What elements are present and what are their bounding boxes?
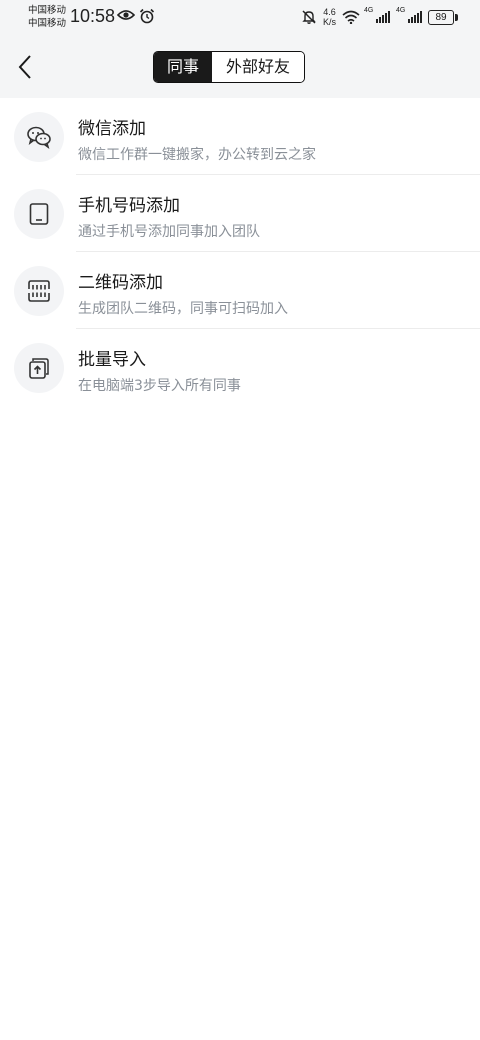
list-item-wechat[interactable]: 微信添加 微信工作群一键搬家，办公转到云之家 xyxy=(0,98,480,175)
icon-circle xyxy=(14,112,64,162)
icon-circle xyxy=(14,266,64,316)
tab-external-friends[interactable]: 外部好友 xyxy=(212,52,305,82)
segmented-control: 同事 外部好友 xyxy=(153,51,306,83)
item-subtitle: 在电脑端3步导入所有同事 xyxy=(78,378,241,394)
signal-1-icon: 4G xyxy=(364,7,390,23)
signal-1-label: 4G xyxy=(364,7,374,14)
status-bar: 中国移动 中国移动 10:58 4.6 K/s 4G 4G 89 xyxy=(0,0,480,38)
chevron-left-icon xyxy=(18,55,31,79)
list-item-qrcode[interactable]: 二维码添加 生成团队二维码，同事可扫码加入 xyxy=(0,252,480,329)
carrier-1: 中国移动 xyxy=(28,5,67,16)
icon-circle xyxy=(14,343,64,393)
item-title: 批量导入 xyxy=(78,350,146,370)
qrcode-icon xyxy=(27,280,51,302)
top-nav: 同事 外部好友 xyxy=(0,38,480,98)
network-speed: 4.6 K/s xyxy=(323,7,336,27)
carrier-labels: 中国移动 中国移动 xyxy=(28,4,66,30)
tablet-icon xyxy=(29,203,49,225)
mute-bell-icon xyxy=(302,10,316,24)
item-title: 二维码添加 xyxy=(78,273,163,293)
signal-2-icon: 4G xyxy=(396,7,422,23)
wifi-icon xyxy=(342,10,360,24)
list-item-bulk-import[interactable]: 批量导入 在电脑端3步导入所有同事 xyxy=(0,329,480,406)
network-speed-unit: K/s xyxy=(322,17,336,27)
item-title: 微信添加 xyxy=(78,119,146,139)
back-button[interactable] xyxy=(12,52,40,82)
alarm-icon xyxy=(139,8,155,24)
signal-2-label: 4G xyxy=(396,7,406,14)
import-icon xyxy=(29,358,49,379)
item-subtitle: 生成团队二维码，同事可扫码加入 xyxy=(78,301,288,317)
icon-circle xyxy=(14,189,64,239)
item-subtitle: 通过手机号添加同事加入团队 xyxy=(78,224,260,240)
list-item-phone[interactable]: 手机号码添加 通过手机号添加同事加入团队 xyxy=(0,175,480,252)
item-subtitle: 微信工作群一键搬家，办公转到云之家 xyxy=(78,147,316,163)
battery-indicator: 89 xyxy=(428,9,458,25)
wechat-icon xyxy=(27,126,51,149)
network-speed-value: 4.6 xyxy=(323,7,336,17)
item-title: 手机号码添加 xyxy=(78,196,180,216)
carrier-2: 中国移动 xyxy=(28,18,67,29)
clock: 10:58 xyxy=(70,6,116,26)
tab-colleagues[interactable]: 同事 xyxy=(154,52,212,82)
add-method-list: 微信添加 微信工作群一键搬家，办公转到云之家 手机号码添加 通过手机号添加同事加… xyxy=(0,98,480,406)
eye-icon xyxy=(117,10,135,20)
